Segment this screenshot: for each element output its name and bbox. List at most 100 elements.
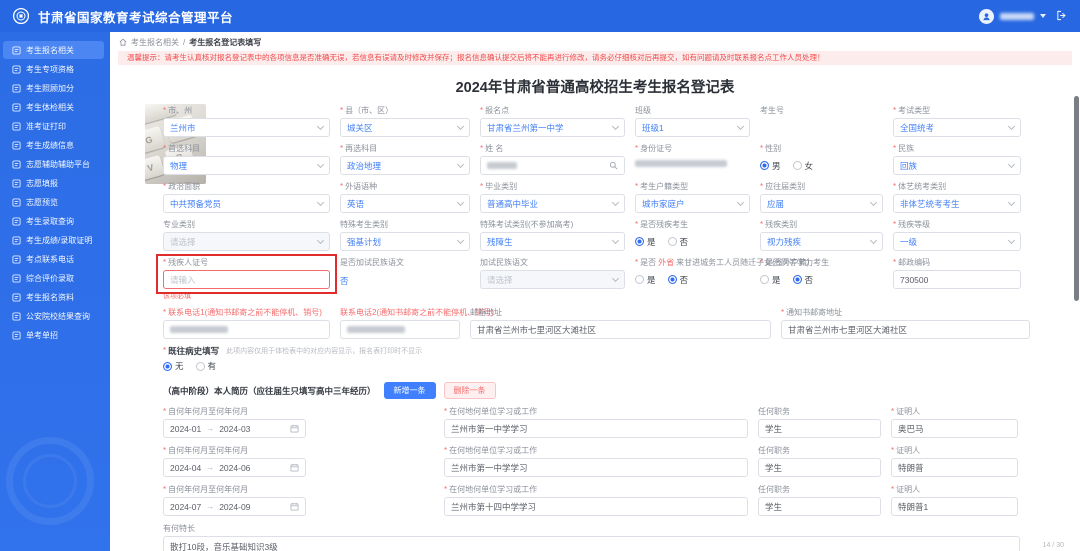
- fresh-graduate-type-select[interactable]: 应届: [760, 194, 883, 213]
- required-asterisk: *: [163, 182, 167, 191]
- special-exam-type-select[interactable]: 残障生: [480, 232, 625, 251]
- logout-icon[interactable]: [1056, 10, 1068, 22]
- chevron-down-icon: [456, 236, 465, 244]
- book-icon: [12, 330, 21, 340]
- date-range-input[interactable]: 2024-04 → 2024-06: [163, 458, 306, 477]
- sidebar-item-registration-materials[interactable]: 考生报名资料: [0, 288, 110, 306]
- place-input[interactable]: 兰州市第十四中学学习: [444, 497, 748, 516]
- witness-input[interactable]: 特朗普1: [891, 497, 1018, 516]
- chevron-down-icon[interactable]: [1040, 14, 1046, 18]
- calendar-icon[interactable]: [290, 424, 299, 433]
- search-icon[interactable]: [609, 161, 618, 170]
- exam-type-select[interactable]: 全国统考: [893, 118, 1021, 137]
- household-type-select[interactable]: 城市家庭户: [635, 194, 750, 213]
- sidebar-item-separate-exam[interactable]: 单考单招: [0, 326, 110, 344]
- field-registration-site: * 报名点 甘肃省兰州第一中学: [480, 105, 625, 137]
- political-status-select[interactable]: 中共预备党员: [163, 194, 330, 213]
- home-icon[interactable]: [119, 38, 127, 46]
- label-text: 任何职务: [758, 446, 790, 455]
- phone2-input[interactable]: [340, 320, 460, 339]
- is-disabled-option-1[interactable]: 否: [667, 236, 688, 248]
- sidebar-item-score-info[interactable]: 考生成绩信息: [0, 136, 110, 154]
- foreign-language-select[interactable]: 英语: [340, 194, 470, 213]
- specialty-textarea[interactable]: 散打10段，音乐基础知识3级: [163, 536, 1020, 551]
- graduation-category-select[interactable]: 普通高中毕业: [480, 194, 625, 213]
- radio-unchecked-icon: [195, 361, 205, 371]
- label-text: 证明人: [896, 407, 921, 416]
- first-subject-select[interactable]: 物理: [163, 156, 330, 175]
- gender-option-0[interactable]: 男: [760, 160, 781, 172]
- breadcrumb-section[interactable]: 考生报名相关: [131, 37, 179, 48]
- minority-language-select[interactable]: 请选择: [480, 270, 625, 289]
- main-content: 考生报名相关 / 考生报名登记表填写 温馨提示：请考生认真核对报名登记表中的各项…: [110, 32, 1080, 551]
- select-value: 残障生: [487, 236, 513, 247]
- chevron-down-icon: [611, 274, 620, 282]
- input-value: 学生: [765, 462, 783, 473]
- calendar-icon[interactable]: [290, 502, 299, 511]
- field-id-number: * 身份证号: [635, 143, 750, 175]
- label-text: 姓 名: [485, 144, 504, 153]
- duty-input[interactable]: 学生: [758, 497, 881, 516]
- label-text: 再选科目: [345, 144, 378, 153]
- email-address-input[interactable]: 甘肃省兰州市七里河区大滩社区: [470, 320, 771, 339]
- medical-history-option-none[interactable]: 无: [163, 360, 184, 372]
- pe-art-exam-type-select[interactable]: 非体艺统考考生: [893, 194, 1021, 213]
- date-start: 2024-01: [170, 423, 202, 434]
- migrant-worker-children-option-0[interactable]: 是: [635, 274, 656, 286]
- sidebar-item-score-admission-cert[interactable]: 考生成绩/录取证明: [0, 231, 110, 249]
- is-disabled-option-0[interactable]: 是: [635, 236, 656, 248]
- second-subject-select[interactable]: 政治地理: [340, 156, 470, 175]
- place-input[interactable]: 兰州市第一中学学习: [444, 419, 748, 438]
- class-select[interactable]: 班级1: [635, 118, 750, 137]
- equivalent-education-option-1[interactable]: 否: [792, 274, 813, 286]
- delete-entry-button[interactable]: 删除一条: [443, 382, 496, 399]
- sidebar-item-special-qualification[interactable]: 考生专项资格: [0, 60, 110, 78]
- mailing-address-input[interactable]: 甘肃省兰州市七里河区大滩社区: [781, 320, 1030, 339]
- registration-site-select[interactable]: 甘肃省兰州第一中学: [480, 118, 625, 137]
- calendar-icon[interactable]: [290, 463, 299, 472]
- disability-type-select[interactable]: 视力残疾: [760, 232, 883, 251]
- sidebar-item-label: 志愿辅助辅助平台: [26, 159, 90, 169]
- witness-input[interactable]: 奥巴马: [891, 419, 1018, 438]
- date-range-input[interactable]: 2024-07 → 2024-09: [163, 497, 306, 516]
- postal-code-input[interactable]: 730500: [893, 270, 1021, 289]
- candidate-name-input[interactable]: [480, 156, 625, 175]
- medical-history-option-has[interactable]: 有: [195, 360, 216, 372]
- witness-input[interactable]: 特朗普: [891, 458, 1018, 477]
- duty-input[interactable]: 学生: [758, 458, 881, 477]
- scrollbar-thumb[interactable]: [1074, 96, 1079, 301]
- special-candidate-type-select[interactable]: 强基计划: [340, 232, 470, 251]
- platform-title: 甘肃省国家教育考试综合管理平台: [38, 10, 234, 25]
- date-range-input[interactable]: 2024-01 → 2024-03: [163, 419, 306, 438]
- migrant-worker-children-option-1[interactable]: 否: [667, 274, 688, 286]
- field-witness: * 证明人 特朗普: [891, 445, 1018, 477]
- major-category-select[interactable]: 请选择: [163, 232, 330, 251]
- select-value: 城市家庭户: [642, 198, 685, 209]
- label-text: 班级: [635, 106, 651, 115]
- date-end: 2024-06: [219, 462, 251, 473]
- duty-input[interactable]: 学生: [758, 419, 881, 438]
- city-state-select[interactable]: 兰州市: [163, 118, 330, 137]
- sidebar-item-comprehensive-evaluation[interactable]: 综合评价录取: [0, 269, 110, 287]
- sidebar-item-admission-query[interactable]: 考生录取查询: [0, 212, 110, 230]
- user-avatar[interactable]: [979, 8, 994, 24]
- platform-icon: [12, 159, 21, 169]
- ethnicity-select[interactable]: 回族: [893, 156, 1021, 175]
- sidebar-item-report-related[interactable]: 考生报名相关: [3, 41, 104, 59]
- place-input[interactable]: 兰州市第一中学学习: [444, 458, 748, 477]
- county-select[interactable]: 城关区: [340, 118, 470, 137]
- phone1-input[interactable]: [163, 320, 330, 339]
- sidebar-item-volunteer-fill[interactable]: 志愿填报: [0, 174, 110, 192]
- equivalent-education-option-0[interactable]: 是: [760, 274, 781, 286]
- gender-option-1[interactable]: 女: [792, 160, 813, 172]
- sidebar-item-care-bonus[interactable]: 考生照顾加分: [0, 79, 110, 97]
- sidebar-item-police-college-result[interactable]: 公安院校结果查询: [0, 307, 110, 325]
- disability-level-select[interactable]: 一级: [893, 232, 1021, 251]
- add-entry-button[interactable]: 新增一条: [383, 382, 436, 399]
- sidebar-item-physical-exam[interactable]: 考生体检相关: [0, 98, 110, 116]
- sidebar-item-volunteer-assist-platform[interactable]: 志愿辅助辅助平台: [0, 155, 110, 173]
- sidebar-item-volunteer-preview[interactable]: 志愿预览: [0, 193, 110, 211]
- sidebar-item-exam-site-phone[interactable]: 考点联系电话: [0, 250, 110, 268]
- disability-cert-no-input[interactable]: 请输入: [163, 270, 330, 289]
- sidebar-item-admission-ticket-print[interactable]: 准考证打印: [0, 117, 110, 135]
